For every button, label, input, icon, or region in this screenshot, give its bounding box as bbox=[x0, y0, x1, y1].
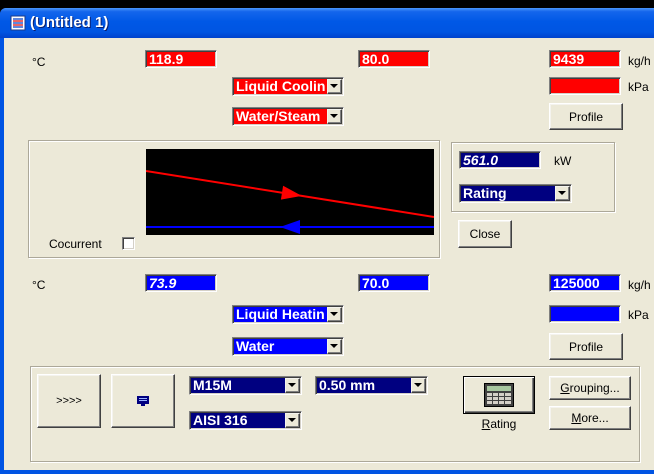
cold-flow-unit-label: kg/h bbox=[628, 278, 651, 292]
plate-type-value: M15M bbox=[193, 378, 232, 393]
chevron-down-icon bbox=[414, 383, 422, 387]
cold-outlet-temperature-value: 73.9 bbox=[149, 276, 177, 291]
title-bar[interactable]: (Untitled 1) bbox=[0, 8, 654, 38]
hot-flow-value: 9439 bbox=[553, 52, 585, 67]
temperature-profile-diagram bbox=[146, 149, 434, 235]
cold-flow-value: 125000 bbox=[553, 276, 600, 291]
hot-profile-button-label: Profile bbox=[568, 109, 603, 124]
hot-duty-dropdown-button[interactable] bbox=[327, 79, 342, 94]
expand-button[interactable]: >>>> bbox=[37, 374, 101, 428]
grouping-button[interactable]: Grouping... bbox=[549, 376, 631, 400]
hot-inlet-temperature-field[interactable]: 118.9 bbox=[145, 50, 217, 68]
close-button-label: Close bbox=[469, 227, 501, 241]
hot-profile-button[interactable]: Profile bbox=[549, 103, 623, 130]
heat-load-unit-label: kW bbox=[554, 154, 572, 168]
hot-duty-value: Liquid Coolin bbox=[236, 79, 326, 94]
plate-material-select[interactable]: AISI 316 bbox=[189, 411, 302, 430]
calculation-mode-value: Rating bbox=[463, 186, 507, 201]
cold-profile-button[interactable]: Profile bbox=[549, 333, 623, 360]
plate-thickness-value: 0.50 mm bbox=[319, 378, 376, 393]
client-area: °C 118.9 80.0 9439 kg/h Liquid Coolin kP… bbox=[4, 38, 654, 470]
heat-load-field[interactable]: 561.0 bbox=[459, 151, 541, 169]
heat-load-value: 561.0 bbox=[463, 153, 499, 168]
window-title: (Untitled 1) bbox=[30, 14, 109, 31]
plate-type-dropdown-button[interactable] bbox=[285, 378, 300, 393]
grouping-button-label: Grouping... bbox=[560, 381, 620, 395]
cold-fluid-select[interactable]: Water bbox=[232, 337, 344, 356]
chevron-down-icon bbox=[330, 344, 338, 348]
hot-pressure-unit-label: kPa bbox=[628, 80, 649, 94]
list-button[interactable] bbox=[111, 374, 175, 428]
plate-type-select[interactable]: M15M bbox=[189, 376, 302, 395]
cold-pressure-field[interactable] bbox=[549, 305, 621, 323]
cold-flow-field[interactable]: 125000 bbox=[549, 274, 621, 292]
calculation-mode-dropdown-button[interactable] bbox=[555, 186, 570, 201]
expand-button-label: >>>> bbox=[56, 395, 82, 407]
cold-duty-value: Liquid Heatin bbox=[236, 307, 325, 322]
plate-thickness-select[interactable]: 0.50 mm bbox=[315, 376, 428, 395]
cold-temperature-unit-label: °C bbox=[32, 278, 46, 292]
more-button[interactable]: More... bbox=[549, 406, 631, 430]
chevron-down-icon bbox=[288, 418, 296, 422]
chevron-down-icon bbox=[330, 312, 338, 316]
equipment-group: >>>> M15M 0.50 mm AISI 316 Rating Groupi… bbox=[30, 366, 640, 462]
calculate-button[interactable] bbox=[463, 376, 535, 414]
hot-pressure-field[interactable] bbox=[549, 77, 621, 95]
more-button-label: More... bbox=[571, 411, 609, 425]
cold-inlet-temperature-field[interactable]: 70.0 bbox=[358, 274, 430, 292]
close-button[interactable]: Close bbox=[458, 220, 512, 248]
cocurrent-checkbox[interactable] bbox=[122, 237, 135, 250]
plate-material-value: AISI 316 bbox=[193, 413, 248, 428]
calculator-icon bbox=[484, 383, 514, 407]
hot-temperature-unit-label: °C bbox=[32, 55, 46, 69]
calculation-mode-select[interactable]: Rating bbox=[459, 184, 572, 203]
app-icon bbox=[10, 15, 26, 31]
app-window: (Untitled 1) °C 118.9 80.0 9439 kg/h Liq… bbox=[0, 8, 654, 474]
cold-profile-button-label: Profile bbox=[568, 339, 603, 354]
hot-outlet-temperature-field[interactable]: 80.0 bbox=[358, 50, 430, 68]
cold-fluid-value: Water bbox=[236, 339, 275, 354]
result-group: 561.0 kW Rating bbox=[451, 142, 615, 212]
chevron-down-icon bbox=[288, 383, 296, 387]
calculate-label: Rating bbox=[481, 417, 517, 431]
cold-duty-select[interactable]: Liquid Heatin bbox=[232, 305, 344, 324]
cold-inlet-temperature-value: 70.0 bbox=[362, 276, 390, 291]
chevron-down-icon bbox=[330, 84, 338, 88]
hot-fluid-select[interactable]: Water/Steam bbox=[232, 107, 344, 126]
hot-outlet-temperature-value: 80.0 bbox=[362, 52, 390, 67]
list-icon bbox=[137, 396, 149, 406]
hot-duty-select[interactable]: Liquid Coolin bbox=[232, 77, 344, 96]
cold-fluid-dropdown-button[interactable] bbox=[327, 339, 342, 354]
calculate-label-wrap: Rating bbox=[463, 417, 535, 431]
plate-material-dropdown-button[interactable] bbox=[285, 413, 300, 428]
hot-flow-unit-label: kg/h bbox=[628, 54, 651, 68]
hot-flow-field[interactable]: 9439 bbox=[549, 50, 621, 68]
chevron-down-icon bbox=[558, 191, 566, 195]
chevron-down-icon bbox=[330, 114, 338, 118]
cold-outlet-temperature-field[interactable]: 73.9 bbox=[145, 274, 217, 292]
hot-fluid-dropdown-button[interactable] bbox=[327, 109, 342, 124]
hot-fluid-value: Water/Steam bbox=[236, 109, 321, 124]
cold-duty-dropdown-button[interactable] bbox=[327, 307, 342, 322]
flow-diagram-group: Cocurrent bbox=[28, 140, 440, 258]
cold-pressure-unit-label: kPa bbox=[628, 308, 649, 322]
cocurrent-label: Cocurrent bbox=[49, 237, 102, 251]
hot-inlet-temperature-value: 118.9 bbox=[149, 52, 184, 67]
plate-thickness-dropdown-button[interactable] bbox=[411, 378, 426, 393]
